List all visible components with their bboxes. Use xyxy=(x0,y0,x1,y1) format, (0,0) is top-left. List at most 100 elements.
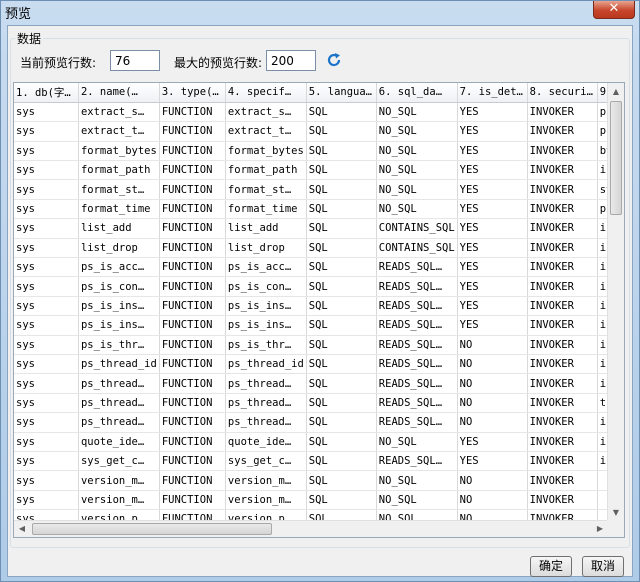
table-cell[interactable]: FUNCTION xyxy=(159,373,226,394)
table-cell[interactable]: SQL xyxy=(306,257,377,278)
table-cell[interactable]: ps_thread… xyxy=(78,412,160,433)
table-cell[interactable]: INVOKER xyxy=(527,354,598,375)
table-row[interactable]: sys version_m… FUNCTION version_m… SQL NO_SQL… xyxy=(14,490,624,511)
table-cell[interactable]: list_drop xyxy=(225,238,307,259)
table-cell[interactable]: INVOKER xyxy=(527,335,598,355)
table-cell[interactable]: INVOKER xyxy=(527,451,598,472)
table-cell[interactable]: NO xyxy=(457,412,528,433)
table-cell[interactable]: FUNCTION xyxy=(159,490,226,511)
table-cell[interactable]: FUNCTION xyxy=(159,121,226,142)
table-cell[interactable]: INVOKER xyxy=(527,141,598,162)
table-cell[interactable]: INVOKER xyxy=(527,296,598,317)
table-cell[interactable]: INVOKER xyxy=(527,373,598,394)
table-cell[interactable]: READS_SQL… xyxy=(376,373,458,394)
table-cell[interactable]: INVOKER xyxy=(527,470,598,491)
table-cell[interactable]: YES xyxy=(457,451,528,472)
table-cell[interactable]: YES xyxy=(457,160,528,181)
table-cell[interactable]: sys xyxy=(14,296,79,317)
table-cell[interactable]: SQL xyxy=(306,490,377,511)
table-cell[interactable]: SQL xyxy=(306,141,377,162)
table-cell[interactable]: sys xyxy=(14,412,79,433)
table-cell[interactable]: NO xyxy=(457,490,528,511)
table-cell[interactable]: sys xyxy=(14,102,79,123)
table-cell[interactable]: INVOKER xyxy=(527,160,598,181)
table-cell[interactable]: YES xyxy=(457,199,528,220)
table-cell[interactable]: CONTAINS_SQL xyxy=(376,218,458,239)
table-cell[interactable]: format_path xyxy=(225,160,307,181)
table-cell[interactable]: list_drop xyxy=(78,238,160,259)
table-cell[interactable]: sys xyxy=(14,432,79,452)
ok-button[interactable]: 确定 xyxy=(530,556,572,577)
table-cell[interactable]: quote_ide… xyxy=(78,432,160,452)
table-cell[interactable]: YES xyxy=(457,121,528,142)
horizontal-scrollbar[interactable]: ◀ ▶ xyxy=(14,520,608,537)
scroll-left-icon[interactable]: ◀ xyxy=(14,521,30,537)
table-cell[interactable]: INVOKER xyxy=(527,199,598,220)
table-cell[interactable]: READS_SQL… xyxy=(376,296,458,317)
table-row[interactable]: sys format_st… FUNCTION format_st… SQL NO_SQL… xyxy=(14,179,624,200)
table-cell[interactable]: SQL xyxy=(306,218,377,239)
table-cell[interactable]: YES xyxy=(457,102,528,123)
table-cell[interactable]: ps_thread_id xyxy=(225,354,307,375)
table-cell[interactable]: FUNCTION xyxy=(159,470,226,491)
table-cell[interactable]: CONTAINS_SQL xyxy=(376,238,458,259)
table-cell[interactable]: sys xyxy=(14,238,79,259)
table-cell[interactable]: extract_t… xyxy=(78,121,160,142)
table-cell[interactable]: NO_SQL xyxy=(376,432,458,452)
table-cell[interactable]: INVOKER xyxy=(527,432,598,452)
table-cell[interactable]: NO xyxy=(457,393,528,414)
table-cell[interactable]: FUNCTION xyxy=(159,141,226,162)
table-cell[interactable]: version_m… xyxy=(225,490,307,511)
table-cell[interactable]: FUNCTION xyxy=(159,393,226,414)
table-cell[interactable]: INVOKER xyxy=(527,218,598,239)
table-row[interactable]: sys ps_thread… FUNCTION ps_thread… SQL READS_… xyxy=(14,373,624,394)
table-cell[interactable]: SQL xyxy=(306,393,377,414)
table-cell[interactable]: sys xyxy=(14,451,79,472)
table-cell[interactable]: FUNCTION xyxy=(159,296,226,317)
table-cell[interactable]: YES xyxy=(457,257,528,278)
table-row[interactable]: sys version_m… FUNCTION version_m… SQL NO_SQL… xyxy=(14,470,624,491)
table-cell[interactable]: INVOKER xyxy=(527,257,598,278)
column-header[interactable]: 2. name(… xyxy=(78,83,160,103)
table-cell[interactable]: NO xyxy=(457,470,528,491)
table-cell[interactable]: quote_ide… xyxy=(225,432,307,452)
table-cell[interactable]: ps_is_con… xyxy=(78,276,160,297)
table-cell[interactable]: FUNCTION xyxy=(159,432,226,452)
table-cell[interactable]: READS_SQL… xyxy=(376,451,458,472)
table-cell[interactable]: ps_thread… xyxy=(78,393,160,414)
table-row[interactable]: sys extract_t… FUNCTION extract_t… SQL NO_SQL… xyxy=(14,121,624,142)
table-cell[interactable]: SQL xyxy=(306,412,377,433)
table-row[interactable]: sys extract_s… FUNCTION extract_s… SQL NO_SQL… xyxy=(14,102,624,123)
table-cell[interactable]: ps_is_acc… xyxy=(225,257,307,278)
table-row[interactable]: sys format_bytes FUNCTION format_bytes SQL NO… xyxy=(14,141,624,162)
table-cell[interactable]: ps_thread_id xyxy=(78,354,160,375)
column-header[interactable]: 8. securi… xyxy=(527,83,598,103)
table-cell[interactable]: NO_SQL xyxy=(376,141,458,162)
table-cell[interactable]: READS_SQL… xyxy=(376,315,458,336)
table-cell[interactable]: READS_SQL… xyxy=(376,335,458,355)
table-cell[interactable]: FUNCTION xyxy=(159,238,226,259)
table-row[interactable]: sys ps_is_ins… FUNCTION ps_is_ins… SQL READS_… xyxy=(14,296,624,317)
table-cell[interactable]: NO_SQL xyxy=(376,179,458,200)
table-cell[interactable]: sys xyxy=(14,257,79,278)
table-cell[interactable]: FUNCTION xyxy=(159,451,226,472)
column-header[interactable]: 5. langua… xyxy=(306,83,377,103)
table-cell[interactable]: FUNCTION xyxy=(159,354,226,375)
table-cell[interactable]: sys_get_c… xyxy=(225,451,307,472)
table-cell[interactable]: sys xyxy=(14,315,79,336)
table-cell[interactable]: SQL xyxy=(306,451,377,472)
scroll-up-icon[interactable]: ▲ xyxy=(608,83,624,100)
table-cell[interactable]: SQL xyxy=(306,276,377,297)
table-cell[interactable]: SQL xyxy=(306,354,377,375)
table-cell[interactable]: list_add xyxy=(225,218,307,239)
table-cell[interactable]: SQL xyxy=(306,432,377,452)
table-cell[interactable]: INVOKER xyxy=(527,179,598,200)
table-cell[interactable]: ps_thread… xyxy=(225,412,307,433)
table-cell[interactable]: FUNCTION xyxy=(159,102,226,123)
scroll-down-icon[interactable]: ▼ xyxy=(608,504,624,521)
table-cell[interactable]: SQL xyxy=(306,102,377,123)
table-cell[interactable]: format_bytes xyxy=(78,141,160,162)
table-cell[interactable]: sys_get_c… xyxy=(78,451,160,472)
table-cell[interactable]: SQL xyxy=(306,296,377,317)
table-cell[interactable]: NO_SQL xyxy=(376,160,458,181)
